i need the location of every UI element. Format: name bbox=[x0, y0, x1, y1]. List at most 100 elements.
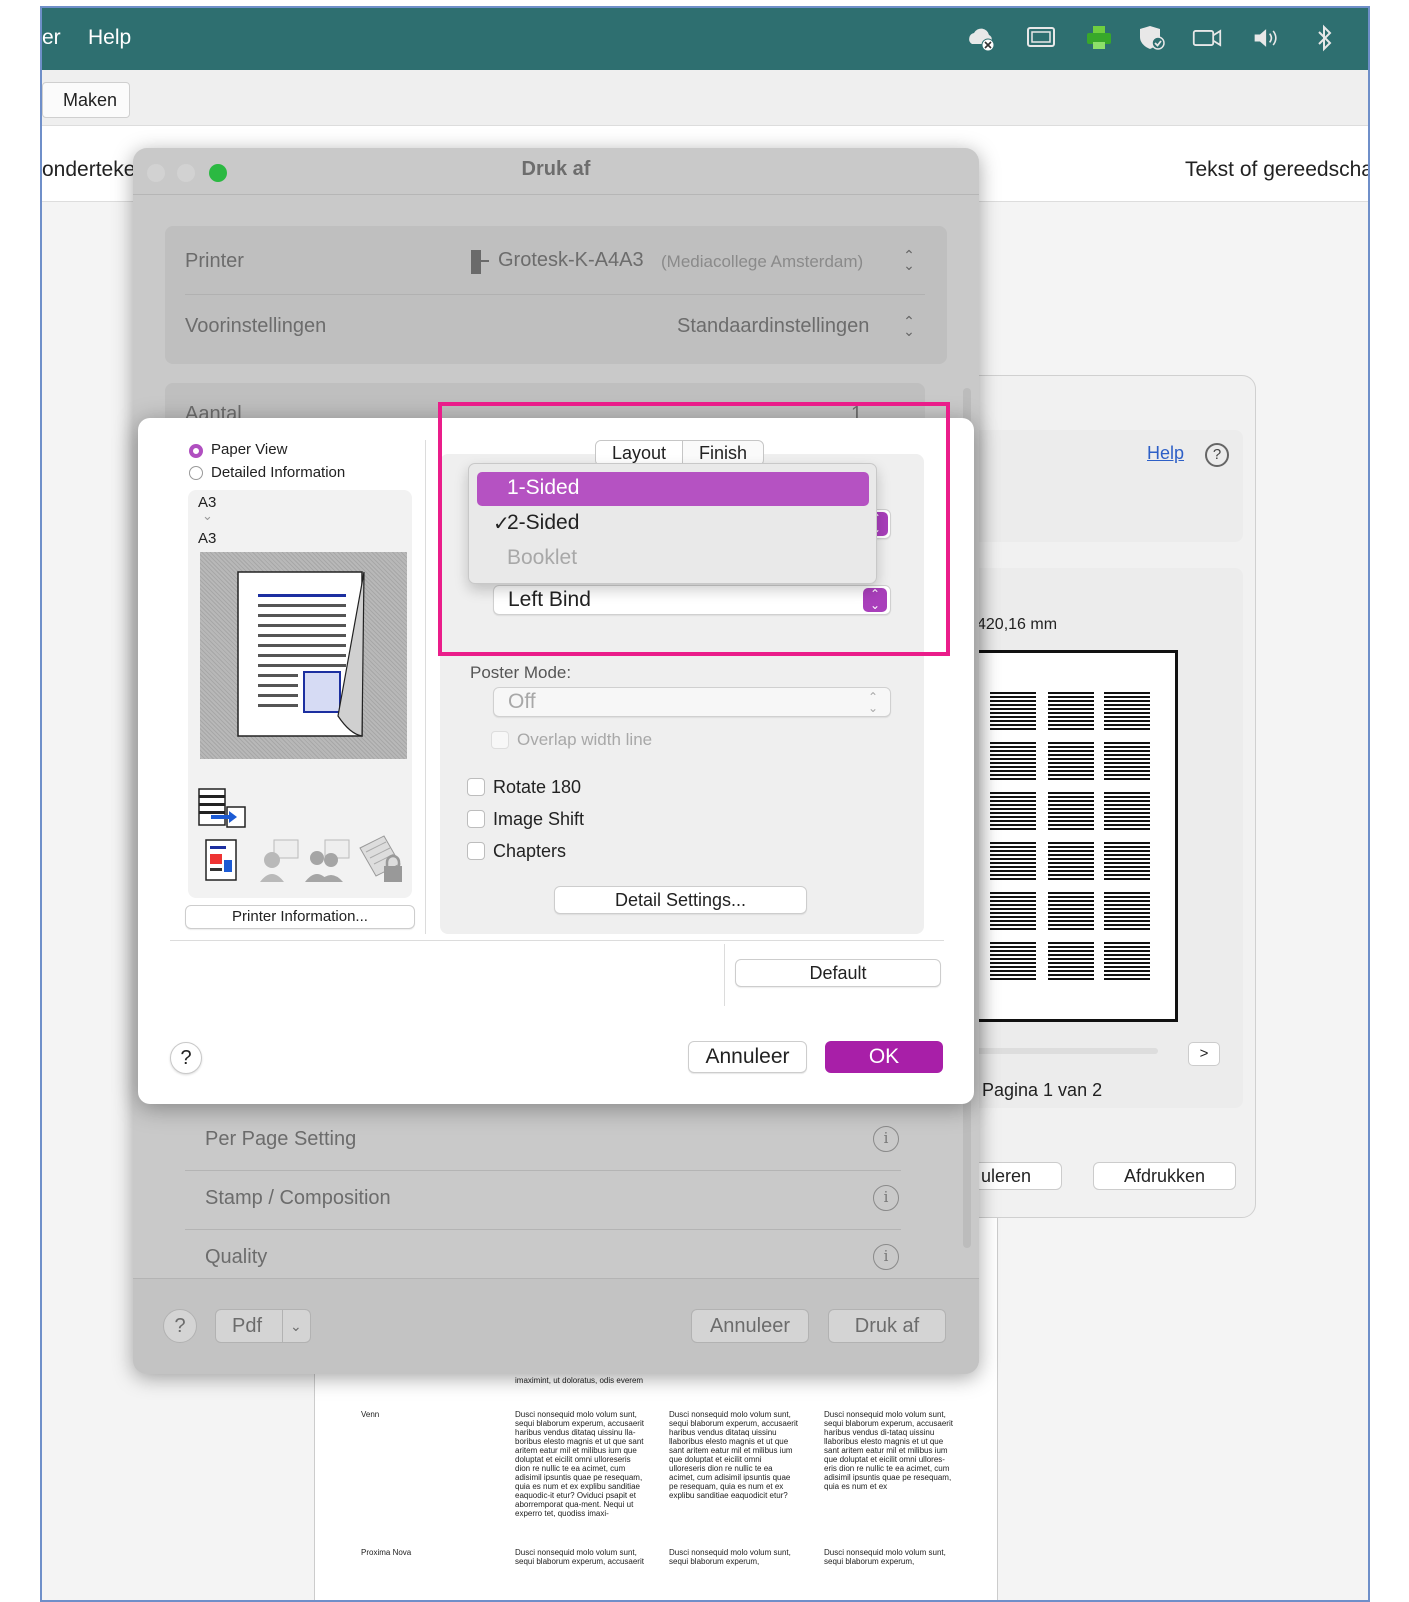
user-message-icon bbox=[260, 839, 299, 882]
printer-name[interactable]: Grotesk-K-A4A3 bbox=[498, 249, 644, 272]
row-divider bbox=[185, 294, 925, 295]
print-button[interactable]: Druk af bbox=[828, 1309, 946, 1343]
tool-label-left[interactable]: onderteker bbox=[42, 158, 142, 182]
info-icon[interactable]: i bbox=[873, 1185, 899, 1211]
rotate-180-checkbox[interactable] bbox=[467, 778, 485, 796]
next-page-button[interactable]: > bbox=[1188, 1042, 1220, 1066]
settings-list: Per Page Setting i Stamp / Composition i… bbox=[185, 1098, 901, 1288]
ok-button[interactable]: OK bbox=[825, 1041, 943, 1073]
help-button[interactable]: ? bbox=[170, 1042, 202, 1074]
list-item-label: Stamp / Composition bbox=[205, 1187, 391, 1209]
preview-text-block bbox=[990, 842, 1036, 882]
preview-text-block bbox=[1048, 842, 1094, 882]
acrobat-cancel-button[interactable]: uleren bbox=[968, 1162, 1062, 1190]
doc-col-2b: Dusci nonsequid molo volum sunt, sequi b… bbox=[669, 1548, 791, 1566]
bluetooth-icon[interactable] bbox=[1310, 24, 1340, 52]
printer-stepper-icon[interactable]: ⌃ ⌄ bbox=[901, 248, 917, 274]
print-preview-page bbox=[976, 660, 1168, 1014]
acrobat-help-link[interactable]: Help bbox=[1147, 443, 1184, 464]
preview-text-block bbox=[990, 692, 1036, 732]
cancel-button[interactable]: Annuleer bbox=[691, 1309, 809, 1343]
list-item-label: Quality bbox=[205, 1246, 268, 1268]
presets-stepper-icon[interactable]: ⌃ ⌄ bbox=[901, 314, 917, 340]
chapters-checkbox[interactable] bbox=[467, 842, 485, 860]
chevron-down-icon: ⌄ bbox=[202, 508, 213, 523]
acrobat-top-card bbox=[971, 430, 1243, 542]
default-button[interactable]: Default bbox=[735, 959, 941, 987]
printer-settings-card: Printer Grotesk-K-A4A3 (Mediacollege Ams… bbox=[165, 226, 947, 364]
preview-text-block bbox=[990, 792, 1036, 832]
rotate-180-label: Rotate 180 bbox=[493, 777, 582, 797]
poster-mode-value: Off bbox=[508, 690, 536, 713]
image-shift-label: Image Shift bbox=[493, 809, 585, 829]
pdf-label: Pdf bbox=[232, 1315, 263, 1337]
paper-view-radio[interactable] bbox=[189, 444, 203, 458]
info-icon[interactable]: i bbox=[873, 1244, 899, 1270]
menu-item-partial[interactable]: er bbox=[42, 26, 61, 50]
doc-top-line: imaximint, ut doloratus, odis everem bbox=[515, 1376, 644, 1385]
acrobat-help-icon[interactable]: ? bbox=[1205, 443, 1229, 467]
presets-value[interactable]: Standaardinstellingen bbox=[677, 315, 869, 338]
doc-col-3b: Dusci nonsequid molo volum sunt, sequi b… bbox=[824, 1548, 946, 1566]
chevron-down-icon: ⌄ bbox=[290, 1318, 302, 1334]
column-divider bbox=[425, 440, 426, 934]
tool-search-hint[interactable]: Tekst of gereedschap bbox=[1185, 158, 1368, 182]
dialog-footer: ? Pdf ⌄ Annuleer Druk af bbox=[133, 1278, 979, 1374]
doc-row-label-venn: Venn bbox=[361, 1410, 380, 1419]
help-button[interactable]: ? bbox=[163, 1309, 197, 1343]
doc-col-1b: Dusci nonsequid molo volum sunt, sequi b… bbox=[515, 1548, 644, 1566]
preview-text-block bbox=[1104, 892, 1150, 932]
presets-label: Voorinstellingen bbox=[185, 315, 327, 337]
poster-stepper-icon: ⌃ ⌄ bbox=[868, 690, 879, 715]
preview-text-block bbox=[1048, 892, 1094, 932]
menu-item-help[interactable]: Help bbox=[88, 26, 131, 50]
maken-button[interactable]: Maken bbox=[42, 82, 130, 118]
dialog-title: Druk af bbox=[521, 158, 591, 180]
pdf-divider bbox=[282, 1310, 283, 1342]
printer-icon[interactable] bbox=[1084, 24, 1114, 52]
preview-text-block bbox=[1104, 742, 1150, 782]
shield-check-icon[interactable] bbox=[1138, 24, 1168, 52]
detailed-info-radio[interactable] bbox=[189, 466, 203, 480]
doc-col-2: Dusci nonsequid molo volum sunt, sequi b… bbox=[669, 1410, 798, 1500]
printer-label: Printer bbox=[185, 250, 244, 272]
maken-label: Maken bbox=[63, 90, 118, 110]
printer-output-icon bbox=[198, 788, 246, 828]
window-icon[interactable] bbox=[1026, 24, 1056, 52]
poster-mode-label: Poster Mode: bbox=[470, 663, 572, 682]
list-item-per-page-setting[interactable]: Per Page Setting i bbox=[185, 1112, 901, 1171]
paper-size-readout: 420,16 mm bbox=[977, 616, 1058, 633]
cloud-offline-icon[interactable] bbox=[966, 24, 996, 52]
footer-divider bbox=[170, 940, 944, 941]
menu-bar: er Help bbox=[42, 8, 1368, 70]
volume-icon[interactable] bbox=[1252, 24, 1282, 52]
list-item-label: Per Page Setting bbox=[205, 1128, 357, 1150]
secure-print-icon bbox=[359, 835, 402, 882]
image-shift-checkbox[interactable] bbox=[467, 810, 485, 828]
camera-icon[interactable] bbox=[1192, 24, 1222, 52]
detail-settings-button[interactable]: Detail Settings... bbox=[554, 886, 807, 914]
printer-location: (Mediacollege Amsterdam) bbox=[661, 252, 864, 271]
preview-text-block bbox=[1048, 742, 1094, 782]
poster-mode-popup: Off ⌃ ⌄ bbox=[493, 687, 891, 717]
printer-information-button[interactable]: Printer Information... bbox=[185, 905, 415, 929]
preview-text-block bbox=[1048, 942, 1094, 982]
preview-text-block bbox=[1104, 942, 1150, 982]
info-icon[interactable]: i bbox=[873, 1126, 899, 1152]
chapters-label: Chapters bbox=[493, 841, 567, 861]
page-slider[interactable] bbox=[970, 1048, 1158, 1054]
preview-text-block bbox=[1104, 792, 1150, 832]
page-preview-illustration bbox=[237, 571, 365, 737]
acrobat-print-button[interactable]: Afdrukken bbox=[1093, 1162, 1236, 1190]
paper-size-to: A3 bbox=[198, 530, 217, 547]
cancel-button[interactable]: Annuleer bbox=[688, 1041, 807, 1073]
doc-col-1: Dusci nonsequid molo volum sunt, sequi b… bbox=[515, 1410, 644, 1518]
paper-view-label: Paper View bbox=[211, 441, 288, 458]
pdf-menu-button[interactable]: Pdf ⌄ bbox=[215, 1309, 311, 1343]
document-color-icon bbox=[205, 839, 237, 881]
overlap-checkbox bbox=[491, 731, 509, 749]
preview-text-block bbox=[1104, 692, 1150, 732]
preview-text-block bbox=[990, 942, 1036, 982]
detailed-info-label: Detailed Information bbox=[211, 464, 346, 481]
list-item-stamp-composition[interactable]: Stamp / Composition i bbox=[185, 1171, 901, 1230]
